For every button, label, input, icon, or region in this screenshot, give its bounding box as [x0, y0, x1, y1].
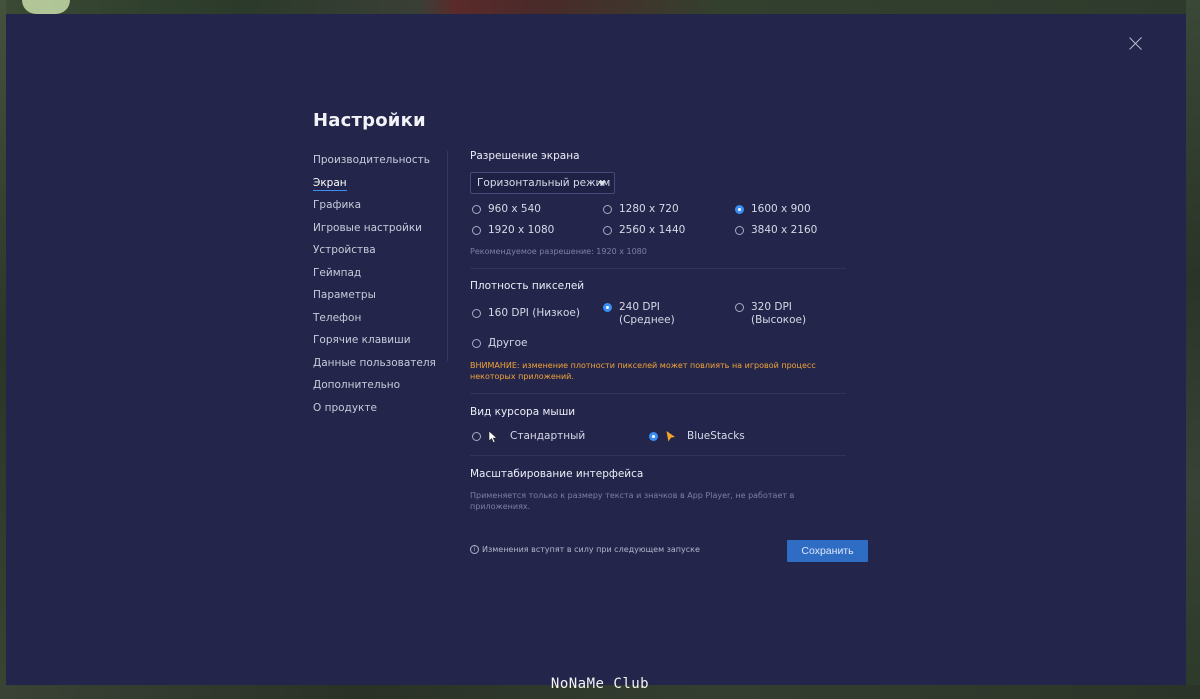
dpi-option-240[interactable]: 240 DPI (Среднее) [603, 301, 675, 327]
close-icon[interactable] [1128, 36, 1144, 52]
dpi-320-sublabel: (Высокое) [751, 314, 807, 326]
restart-note: i Изменения вступят в силу при следующем… [470, 545, 700, 554]
radio-circle [735, 226, 744, 235]
settings-sidebar: Производительность Экран Графика Игровые… [313, 151, 443, 421]
cursor-option-bluestacks[interactable]: BlueStacks [649, 430, 745, 444]
orientation-mode-select[interactable]: Горизонтальный режим [470, 172, 615, 194]
section-divider [470, 393, 846, 394]
sidebar-item-graphics[interactable]: Графика [313, 196, 443, 219]
radio-circle [472, 226, 481, 235]
arrow-cursor-icon [488, 430, 498, 443]
background-game-top [0, 0, 1200, 14]
resolution-option-1600x900[interactable]: 1600 x 900 [735, 203, 811, 217]
dpi-320-label: 320 DPI [751, 301, 792, 313]
info-icon: i [470, 545, 479, 554]
sidebar-item-about[interactable]: О продукте [313, 399, 443, 422]
sidebar-item-user-data[interactable]: Данные пользователя [313, 354, 443, 377]
sidebar-item-hotkeys[interactable]: Горячие клавиши [313, 331, 443, 354]
radio-circle [472, 309, 481, 318]
sidebar-item-display[interactable]: Экран [313, 174, 443, 197]
sidebar-divider [447, 151, 448, 361]
radio-circle [472, 432, 481, 441]
radio-circle [472, 339, 481, 348]
sidebar-item-game-settings[interactable]: Игровые настройки [313, 219, 443, 242]
save-button[interactable]: Сохранить [787, 540, 868, 562]
cursor-option-standard[interactable]: Стандартный [472, 430, 585, 444]
scaling-section-title: Масштабирование интерфейса [470, 468, 644, 480]
background-game-right [1186, 0, 1200, 699]
radio-circle-selected [603, 303, 612, 312]
radio-circle [603, 226, 612, 235]
page-title: Настройки [313, 110, 426, 131]
section-divider [470, 268, 846, 269]
sidebar-item-advanced[interactable]: Дополнительно [313, 376, 443, 399]
radio-circle-selected [649, 432, 658, 441]
sidebar-item-phone[interactable]: Телефон [313, 309, 443, 332]
radio-circle [603, 205, 612, 214]
resolution-option-2560x1440[interactable]: 2560 x 1440 [603, 224, 685, 238]
sidebar-item-performance[interactable]: Производительность [313, 151, 443, 174]
radio-circle-selected [735, 205, 744, 214]
dpi-240-sublabel: (Среднее) [619, 314, 675, 326]
radio-circle [472, 205, 481, 214]
watermark: NoNaMe Club [550, 676, 650, 692]
scaling-hint: Применяется только к размеру текста и зн… [470, 491, 795, 511]
resolution-option-1280x720[interactable]: 1280 x 720 [603, 203, 679, 217]
sidebar-item-devices[interactable]: Устройства [313, 241, 443, 264]
recommended-resolution-hint: Рекомендуемое разрешение: 1920 x 1080 [470, 247, 647, 256]
resolution-option-1920x1080[interactable]: 1920 x 1080 [472, 224, 554, 238]
chevron-down-icon [598, 181, 606, 186]
bluestacks-cursor-icon [666, 431, 675, 442]
resolution-option-960x540[interactable]: 960 x 540 [472, 203, 541, 217]
cursor-section-title: Вид курсора мыши [470, 406, 576, 418]
dpi-option-320[interactable]: 320 DPI (Высокое) [735, 301, 806, 327]
dpi-240-label: 240 DPI [619, 301, 660, 313]
sidebar-item-gamepad[interactable]: Геймпад [313, 264, 443, 287]
orientation-mode-value: Горизонтальный режим [477, 177, 611, 189]
dpi-section-title: Плотность пикселей [470, 280, 585, 292]
dpi-warning: ВНИМАНИЕ: изменение плотности пикселей м… [470, 361, 816, 381]
radio-circle [735, 303, 744, 312]
sidebar-item-preferences[interactable]: Параметры [313, 286, 443, 309]
settings-dialog [6, 14, 1186, 685]
dpi-option-custom[interactable]: Другое [472, 337, 527, 351]
resolution-section-title: Разрешение экрана [470, 150, 580, 162]
resolution-option-3840x2160[interactable]: 3840 x 2160 [735, 224, 817, 238]
section-divider [470, 455, 846, 456]
dpi-option-160[interactable]: 160 DPI (Низкое) [472, 307, 580, 321]
background-logo-fragment [22, 0, 70, 14]
